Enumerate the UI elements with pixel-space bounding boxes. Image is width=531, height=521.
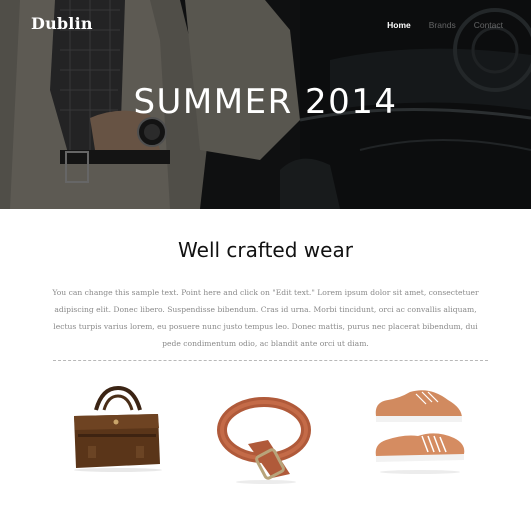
nav-contact[interactable]: Contact (474, 20, 503, 30)
top-nav: Home Brands Contact (387, 20, 503, 30)
dashed-divider (53, 360, 488, 361)
hero-title: SUMMER 2014 (133, 82, 398, 122)
nav-home[interactable]: Home (387, 20, 411, 30)
hero-banner: Dublin Home Brands Contact SUMMER 2014 (0, 0, 531, 209)
section-heading: Well crafted wear (178, 238, 353, 262)
brand-logo[interactable]: Dublin (31, 14, 93, 33)
shoes-image[interactable] (370, 386, 470, 476)
nav-brands[interactable]: Brands (429, 20, 456, 30)
handbag-image[interactable] (68, 386, 164, 472)
intro-paragraph: You can change this sample text. Point h… (52, 288, 479, 348)
belt-image[interactable] (214, 386, 314, 486)
